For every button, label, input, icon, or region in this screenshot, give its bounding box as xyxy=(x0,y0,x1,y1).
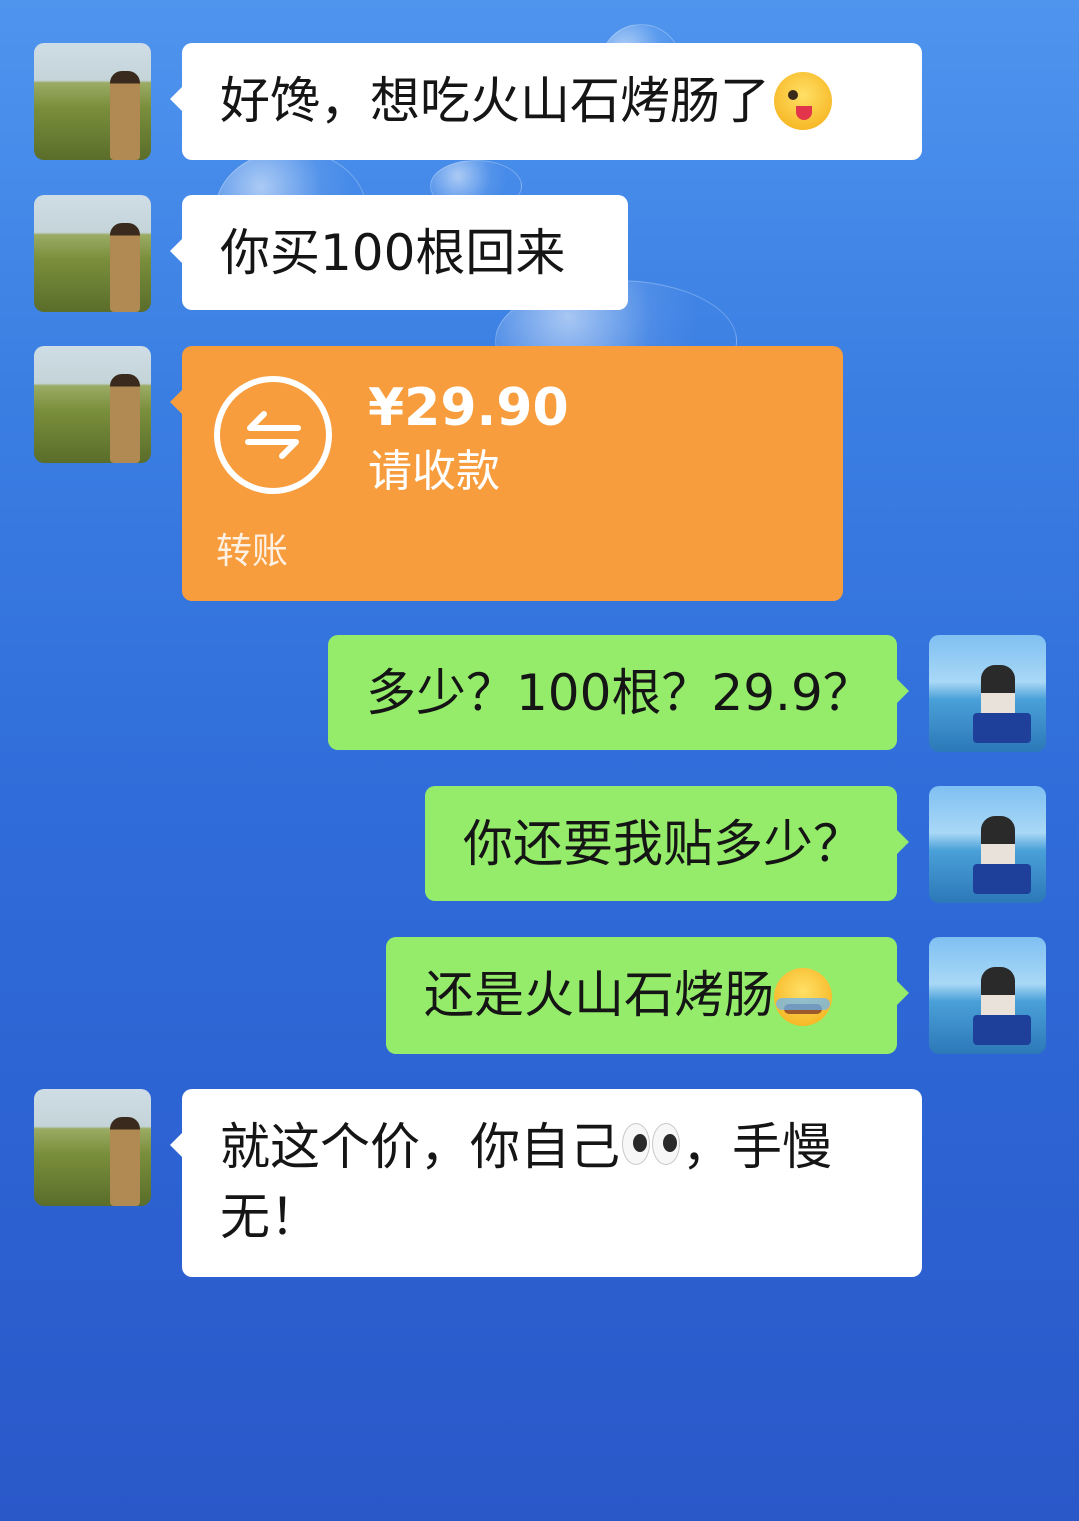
message-text: 你还要我贴多少？ xyxy=(463,815,863,873)
message-bubble-outgoing[interactable]: 还是火山石烤肠 xyxy=(386,937,909,1054)
eyes-emoji xyxy=(620,1122,682,1167)
transfer-arrows-icon xyxy=(214,376,332,494)
message-bubble-incoming[interactable]: 你买100根回来 xyxy=(170,195,628,310)
message-bubble-incoming[interactable]: 就这个价，你自己 ，手慢无！ xyxy=(170,1089,922,1277)
message-text: 还是火山石烤肠 xyxy=(424,966,774,1024)
contact-avatar[interactable] xyxy=(34,1089,151,1206)
my-avatar[interactable] xyxy=(929,786,1046,903)
winking-face-with-tongue-emoji xyxy=(774,71,832,130)
message-text: 多少？100根？29.9？ xyxy=(366,664,873,722)
message-bubble-incoming[interactable]: 好馋，想吃火山石烤肠了 xyxy=(170,43,922,160)
transfer-label: 转账 xyxy=(216,531,289,572)
message-text: 你买100根回来 xyxy=(220,224,566,282)
contact-avatar[interactable] xyxy=(34,195,151,312)
contact-avatar[interactable] xyxy=(34,346,151,463)
message-text: 好馋，想吃火山石烤肠了 xyxy=(220,72,770,130)
message-bubble-outgoing[interactable]: 你还要我贴多少？ xyxy=(425,786,909,901)
transfer-amount: ¥29.90 xyxy=(368,378,569,438)
transfer-card[interactable]: ¥29.90 请收款 转账 xyxy=(170,346,843,601)
message-bubble-outgoing[interactable]: 多少？100根？29.9？ xyxy=(328,635,909,750)
transfer-status: 请收款 xyxy=(368,446,500,497)
message-text: 就这个价，你自己 xyxy=(220,1118,620,1176)
my-avatar[interactable] xyxy=(929,635,1046,752)
contact-avatar[interactable] xyxy=(34,43,151,160)
tired-crying-face-emoji xyxy=(774,967,832,1026)
my-avatar[interactable] xyxy=(929,937,1046,1054)
